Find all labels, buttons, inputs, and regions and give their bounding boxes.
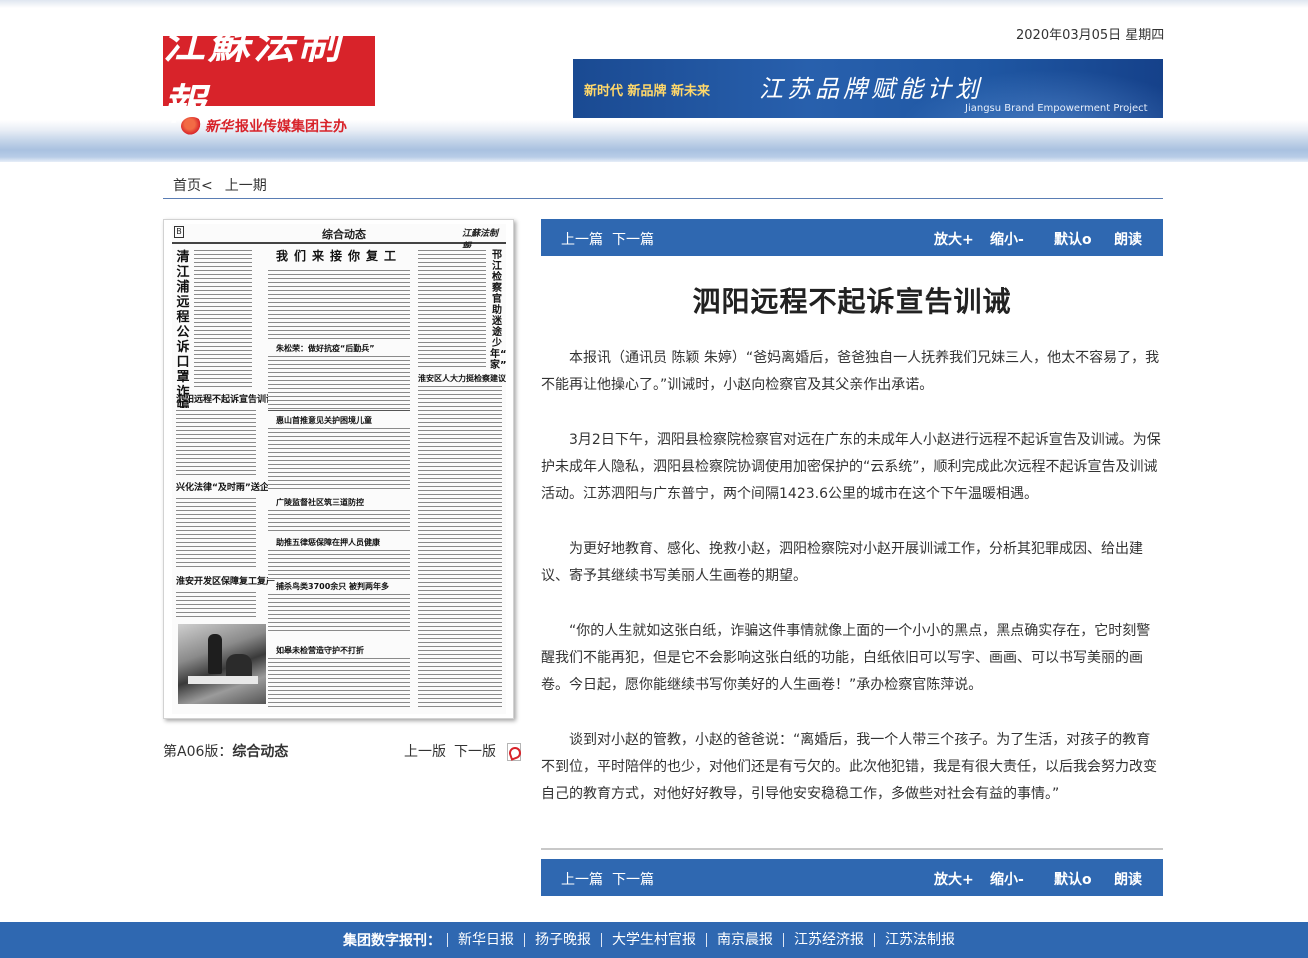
edition-letter: B xyxy=(174,226,184,238)
thumb-text-block xyxy=(268,426,410,492)
site-footer: 集团数字报刊： 新华日报 扬子晚报 大学生村官报 南京晨报 江苏经济报 江苏法制… xyxy=(0,922,1308,958)
logo-text: 江蘇法制報 xyxy=(163,19,344,129)
footer-link-xinhua-daily[interactable]: 新华日报 xyxy=(447,933,524,947)
thumb-headline-1[interactable]: 泗阳远程不起诉宣告训诫 xyxy=(176,394,275,407)
prev-issue-link[interactable]: 上一期 xyxy=(225,175,267,195)
thumb-text-block xyxy=(268,354,410,410)
thumb-text-block xyxy=(268,548,410,580)
thumb-headline-main[interactable]: 我们来接你复工 xyxy=(276,250,402,263)
thumb-text-block xyxy=(268,592,410,634)
footer-link-yangtse-evening[interactable]: 扬子晚报 xyxy=(524,933,601,947)
page-thumbnail[interactable]: B 综合动态 江蘇法制報 清江浦远程公诉口罩诈骗案 泗阳远程不起诉宣告训诫 兴化… xyxy=(163,219,514,719)
prev-edition-link[interactable]: 上一版 xyxy=(404,741,446,761)
zoom-in-button[interactable]: 放大+ xyxy=(934,869,974,889)
xinhua-flower-icon xyxy=(181,117,203,135)
article-paragraph: “你的人生就如这张白纸，诈骗这件事情就像上面的一个小小的黑点，黑点确实存在，它时… xyxy=(541,623,1151,693)
read-aloud-button[interactable]: 朗读 xyxy=(1114,229,1142,249)
article-toolbar-bottom: 上一篇 下一篇 放大+ 缩小- 默认o 朗读 xyxy=(541,859,1163,896)
banner-title: 江苏品牌赋能计划 xyxy=(759,75,983,103)
reset-size-button[interactable]: 默认o xyxy=(1054,229,1092,249)
prev-article-link[interactable]: 上一篇 xyxy=(561,869,603,889)
publisher-brand: 新华 xyxy=(205,119,233,135)
newspaper-page-image[interactable]: B 综合动态 江蘇法制報 清江浦远程公诉口罩诈骗案 泗阳远程不起诉宣告训诫 兴化… xyxy=(172,224,506,714)
thumb-headline-right[interactable]: 邗江检察官助迷途少年“回家” xyxy=(490,250,506,371)
breadcrumb: 首页< 上一期 xyxy=(173,175,267,195)
home-link[interactable]: 首页< xyxy=(173,175,213,195)
thumb-text-block xyxy=(268,656,410,710)
reset-size-button[interactable]: 默认o xyxy=(1054,869,1092,889)
next-edition-link[interactable]: 下一版 xyxy=(454,741,496,761)
thumb-text-block xyxy=(418,384,502,710)
footer-link-nanjing-morning[interactable]: 南京晨报 xyxy=(706,933,783,947)
article-paragraph: 本报讯（通讯员 陈颖 朱婷）“爸妈离婚后，爸爸独自一人抚养我们兄妹三人，他太不容… xyxy=(541,350,1160,393)
banner-subtitle: Jiangsu Brand Empowerment Project xyxy=(965,103,1148,114)
footer-link-village-official[interactable]: 大学生村官报 xyxy=(601,933,706,947)
banner-slogan: 新时代 新品牌 新未来 xyxy=(584,84,711,99)
publisher-text: 报业传媒集团主办 xyxy=(235,119,347,135)
thumb-text-block xyxy=(268,508,410,534)
zoom-in-button[interactable]: 放大+ xyxy=(934,229,974,249)
thumb-text-block xyxy=(194,248,252,388)
newspaper-logo[interactable]: 江蘇法制報 xyxy=(163,19,375,129)
zoom-out-button[interactable]: 缩小- xyxy=(990,229,1024,249)
issue-date: 2020年03月05日 星期四 xyxy=(1016,28,1165,43)
thumb-text-block xyxy=(176,496,256,570)
article-body: 本报讯（通讯员 陈颖 朱婷）“爸妈离婚后，爸爸独自一人抚养我们兄妹三人，他太不容… xyxy=(541,345,1161,836)
thumb-photo xyxy=(178,624,266,704)
next-article-link[interactable]: 下一篇 xyxy=(612,229,654,249)
article-toolbar-top: 上一篇 下一篇 放大+ 缩小- 默认o 朗读 xyxy=(541,219,1163,256)
next-article-link[interactable]: 下一篇 xyxy=(612,869,654,889)
page-section: 综合动态 xyxy=(322,228,366,241)
read-aloud-button[interactable]: 朗读 xyxy=(1114,869,1142,889)
publisher-logo: 新华 报业传媒集团主办 xyxy=(181,116,347,136)
thumb-text-block xyxy=(176,408,256,478)
footer-label: 集团数字报刊： xyxy=(343,933,441,949)
site-header: 江蘇法制報 新华 报业传媒集团主办 2020年03月05日 星期四 新时代 新品… xyxy=(0,0,1308,162)
footer-link-jiangsu-legal[interactable]: 江苏法制报 xyxy=(874,933,965,947)
thumb-headline-9[interactable]: 淮安开发区保障复工复产 xyxy=(176,576,275,589)
footer-link-jiangsu-economic[interactable]: 江苏经济报 xyxy=(783,933,874,947)
thumb-headline-2[interactable]: 兴化法律“及时雨”送企业 xyxy=(176,482,278,495)
thumb-text-block xyxy=(176,590,256,620)
header-top-strip xyxy=(0,0,1308,8)
article-paragraph: 3月2日下午，泗阳县检察院检察官对远在广东的未成年人小赵进行远程不起诉宣告及训诫… xyxy=(541,432,1161,502)
edition-nav: 上一版 下一版 xyxy=(404,741,521,761)
zoom-out-button[interactable]: 缩小- xyxy=(990,869,1024,889)
thumb-text-block xyxy=(418,248,486,368)
thumb-text-block xyxy=(268,268,410,340)
article-divider xyxy=(541,848,1163,850)
article-paragraph: 谈到对小赵的管教，小赵的爸爸说：“离婚后，我一个人带三个孩子。为了生活，对孩子的… xyxy=(541,732,1157,802)
edition-label: 第A06版： xyxy=(163,744,233,760)
pdf-icon[interactable] xyxy=(506,742,521,761)
ad-banner[interactable]: 新时代 新品牌 新未来 江苏品牌赋能计划 Jiangsu Brand Empow… xyxy=(573,59,1163,118)
article-paragraph: 为更好地教育、感化、挽救小赵，泗阳检察院对小赵开展训诫工作，分析其犯罪成因、给出… xyxy=(541,541,1143,584)
edition-name[interactable]: 综合动态 xyxy=(232,744,288,760)
edition-info: 第A06版：综合动态 xyxy=(163,741,288,761)
breadcrumb-divider xyxy=(163,198,1163,199)
page-masthead: B 综合动态 江蘇法制報 xyxy=(172,224,506,252)
article-title: 泗阳远程不起诉宣告训诫 xyxy=(692,285,1012,318)
prev-article-link[interactable]: 上一篇 xyxy=(561,229,603,249)
